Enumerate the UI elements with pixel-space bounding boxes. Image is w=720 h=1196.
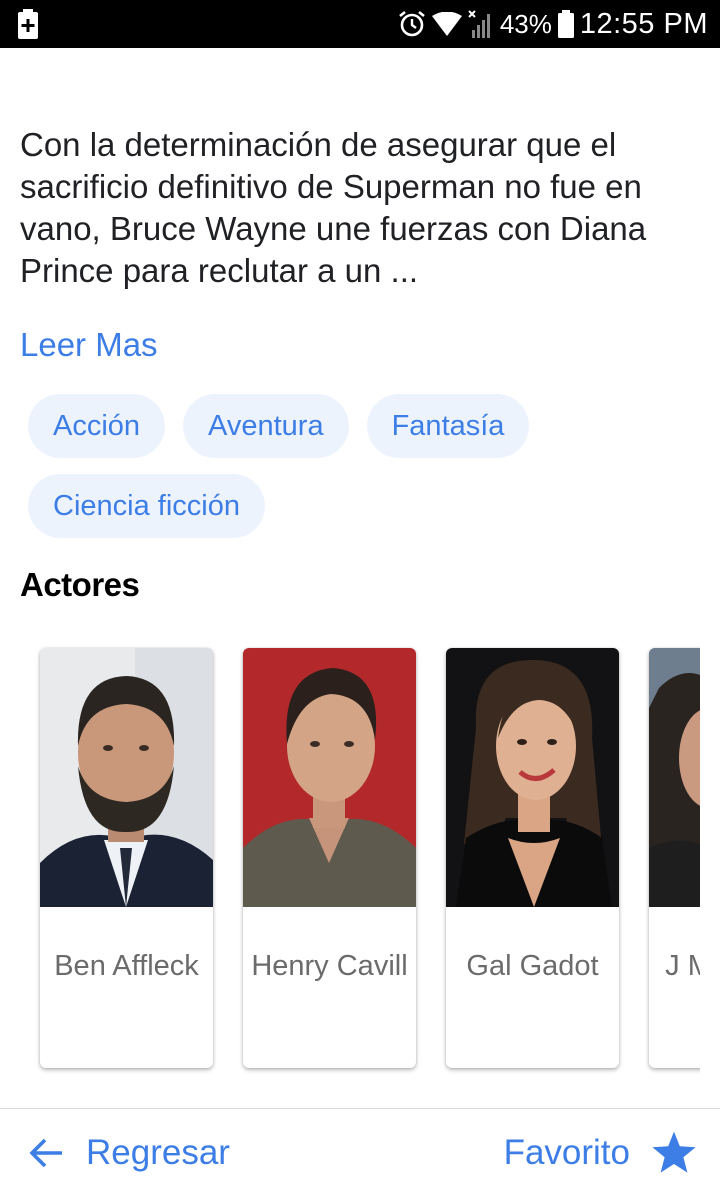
movie-overview: Con la determinación de asegurar que el … bbox=[20, 126, 647, 289]
actors-section-title: Actores bbox=[20, 566, 140, 603]
actor-card-partial[interactable]: J M bbox=[649, 648, 700, 1068]
arrow-left-icon bbox=[29, 1138, 62, 1168]
battery-saver-icon bbox=[18, 9, 38, 39]
actor-name: J M bbox=[665, 950, 700, 982]
actor-photo bbox=[649, 648, 700, 907]
actor-card-gal-gadot[interactable]: Gal Gadot bbox=[446, 648, 619, 1068]
genre-chip[interactable]: Aventura bbox=[183, 394, 349, 458]
favorite-button-label: Favorito bbox=[503, 1133, 630, 1172]
genre-chips: Acción Aventura Fantasía Ciencia ficción bbox=[28, 394, 668, 538]
back-button[interactable]: Regresar bbox=[28, 1129, 230, 1177]
genre-chip[interactable]: Acción bbox=[28, 394, 166, 458]
actor-photo bbox=[446, 648, 619, 907]
actor-name: Henry Cavill bbox=[251, 950, 408, 982]
actor-photo bbox=[243, 648, 416, 907]
battery-percent: 43% bbox=[499, 8, 552, 39]
alarm-icon bbox=[398, 10, 426, 38]
actor-card-henry-cavill[interactable]: Henry Cavill bbox=[243, 648, 416, 1068]
signal-icon bbox=[468, 10, 494, 38]
status-bar: 43% 12:55 PM bbox=[0, 0, 720, 48]
actors-carousel[interactable]: Ben Affleck Henry Cavill Gal Gadot J M bbox=[0, 630, 700, 1090]
read-more-link[interactable]: Leer Mas bbox=[20, 326, 158, 364]
bottom-action-bar: Regresar Favorito bbox=[0, 1108, 720, 1196]
back-button-label: Regresar bbox=[86, 1133, 230, 1172]
actor-card-ben-affleck[interactable]: Ben Affleck bbox=[40, 648, 213, 1068]
actor-name: Ben Affleck bbox=[54, 950, 199, 982]
actor-name: Gal Gadot bbox=[466, 950, 599, 982]
wifi-icon bbox=[431, 12, 462, 36]
star-icon bbox=[652, 1131, 696, 1173]
genre-chip[interactable]: Fantasía bbox=[366, 394, 530, 458]
favorite-button[interactable]: Favorito bbox=[504, 1129, 698, 1177]
clock: 12:55 PM bbox=[579, 7, 708, 40]
genre-chip[interactable]: Ciencia ficción bbox=[28, 474, 265, 538]
actor-photo bbox=[40, 648, 213, 907]
battery-icon bbox=[557, 10, 574, 38]
